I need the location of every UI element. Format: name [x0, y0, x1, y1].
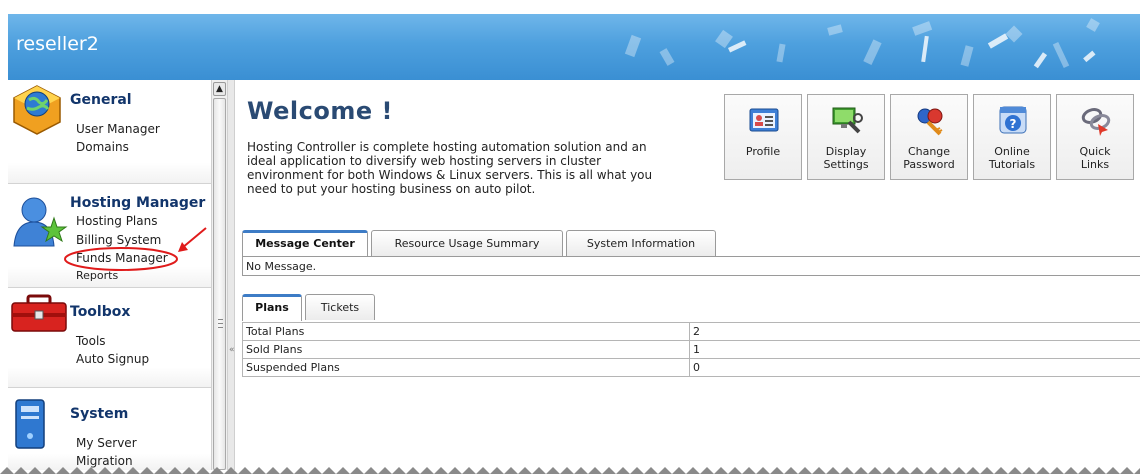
- help-tutorials-icon: ?: [999, 106, 1027, 134]
- display-settings-button[interactable]: Display Settings: [807, 94, 885, 180]
- users-star-icon: [13, 197, 68, 247]
- table-cell: 1: [689, 340, 1140, 359]
- sidebar-title-hosting-manager: Hosting Manager: [70, 195, 206, 211]
- sidebar-item-domains[interactable]: Domains: [76, 140, 129, 154]
- table-cell: Suspended Plans: [242, 358, 690, 377]
- tab-resource-usage-summary[interactable]: Resource Usage Summary: [371, 230, 563, 256]
- reseller-name: reseller2: [16, 33, 99, 55]
- online-tutorials-label: Online Tutorials: [988, 145, 1036, 171]
- quick-links-button[interactable]: Quick Links: [1056, 94, 1134, 180]
- tab-system-information[interactable]: System Information: [566, 230, 716, 256]
- globe-package-icon: [13, 85, 61, 135]
- sidebar-scrollbar[interactable]: ▲: [211, 80, 228, 470]
- sidebar-section-system: System My Server Migration: [8, 388, 211, 470]
- sidebar-title-toolbox: Toolbox: [70, 304, 131, 320]
- online-tutorials-button[interactable]: ? Online Tutorials: [973, 94, 1051, 180]
- scroll-up-arrow-icon[interactable]: ▲: [213, 82, 226, 96]
- tab-plans[interactable]: Plans: [242, 294, 302, 321]
- main-content: Welcome ! Hosting Controller is complete…: [236, 80, 1140, 470]
- sidebar: General User Manager Domains Hosting Man…: [8, 80, 211, 470]
- collapse-arrow-icon[interactable]: «: [229, 345, 235, 355]
- profile-button[interactable]: Profile: [724, 94, 802, 180]
- change-password-label: Change Password: [903, 145, 955, 171]
- sidebar-item-my-server[interactable]: My Server: [76, 436, 137, 450]
- svg-text:?: ?: [1010, 117, 1017, 131]
- change-password-button[interactable]: Change Password: [890, 94, 968, 180]
- change-password-icon: [917, 108, 943, 136]
- table-cell: Total Plans: [242, 322, 690, 341]
- sidebar-title-general: General: [70, 92, 132, 108]
- sidebar-section-toolbox: Toolbox Tools Auto Signup: [8, 288, 211, 388]
- tab-message-center[interactable]: Message Center: [242, 230, 368, 257]
- toolbox-icon: [11, 294, 67, 332]
- table-row: Suspended Plans 0: [242, 358, 1140, 377]
- sidebar-section-hosting-manager: Hosting Manager Hosting Plans Billing Sy…: [8, 184, 211, 288]
- page-title: Welcome !: [247, 97, 393, 125]
- highlight-annotation: [64, 227, 207, 271]
- quick-links-icon: [1081, 108, 1111, 136]
- app-header: reseller2: [8, 14, 1140, 80]
- server-icon: [15, 399, 45, 449]
- message-panel: No Message.: [242, 256, 1140, 276]
- profile-card-icon: [749, 108, 779, 132]
- table-cell: Sold Plans: [242, 340, 690, 359]
- message-text: No Message.: [246, 260, 317, 273]
- header-decoration: [624, 18, 1100, 69]
- display-settings-label: Display Settings: [823, 145, 869, 171]
- profile-label: Profile: [745, 145, 781, 158]
- table-row: Total Plans 2: [242, 322, 1140, 341]
- table-cell: 0: [689, 358, 1140, 377]
- sidebar-item-user-manager[interactable]: User Manager: [76, 122, 160, 136]
- torn-edge-decoration: [0, 464, 1140, 474]
- table-cell: 2: [689, 322, 1140, 341]
- scrollbar-thumb[interactable]: [213, 98, 226, 470]
- sidebar-title-system: System: [70, 406, 129, 422]
- plans-table: Total Plans 2 Sold Plans 1 Suspended Pla…: [242, 322, 1140, 377]
- intro-text: Hosting Controller is complete hosting a…: [247, 140, 653, 196]
- panel-splitter[interactable]: «: [228, 80, 235, 470]
- sidebar-section-general: General User Manager Domains: [8, 80, 211, 184]
- display-settings-icon: [832, 107, 863, 134]
- sidebar-item-tools[interactable]: Tools: [76, 334, 106, 348]
- table-row: Sold Plans 1: [242, 340, 1140, 359]
- quick-links-label: Quick Links: [1079, 145, 1111, 171]
- tab-tickets[interactable]: Tickets: [305, 294, 375, 320]
- sidebar-item-auto-signup[interactable]: Auto Signup: [76, 352, 149, 366]
